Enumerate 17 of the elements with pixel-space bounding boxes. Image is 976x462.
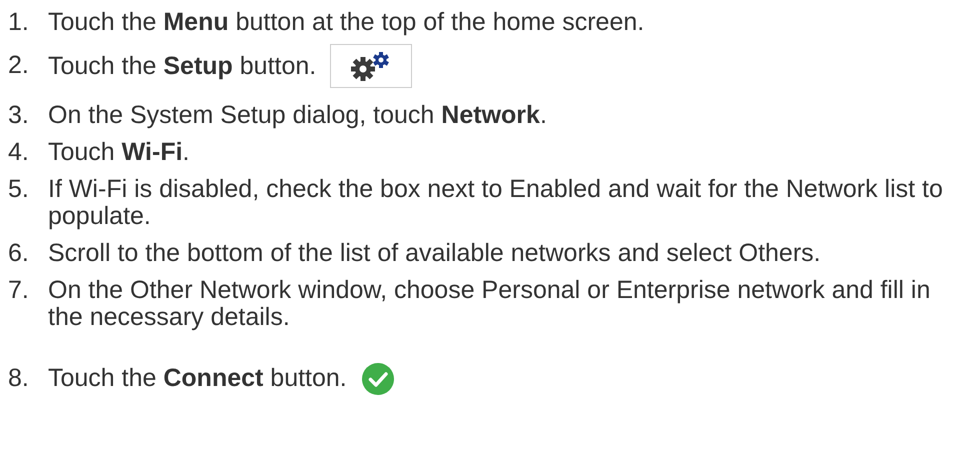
step-text: Touch Wi-Fi. [48,139,190,166]
step-number: 2. [8,52,30,80]
step-number: 3. [8,102,30,129]
step-text: If Wi-Fi is disabled, check the box next to Enabled and wait for the Network list to populate. [48,176,944,230]
step-number: 7. [8,277,30,306]
step-number: 5. [8,176,30,205]
step-text: On the Other Network window, choose Personal or Enterprise network and fill in the necessary details. [48,277,932,331]
step-text: Touch the Setup button. [48,52,316,80]
step-number: 4. [8,139,30,166]
step-text: Touch the Connect button. [48,365,347,392]
step-text: Touch the Menu button at the top of the home screen. [48,9,644,36]
step-number: 8. [8,365,30,392]
step-number: 1. [8,9,30,36]
step-number: 6. [8,240,30,267]
step-text: Scroll to the bottom of the list of available networks and select Others. [48,240,821,267]
checkmark-icon [360,362,395,396]
step-text: On the System Setup dialog, touch Network. [48,102,547,129]
